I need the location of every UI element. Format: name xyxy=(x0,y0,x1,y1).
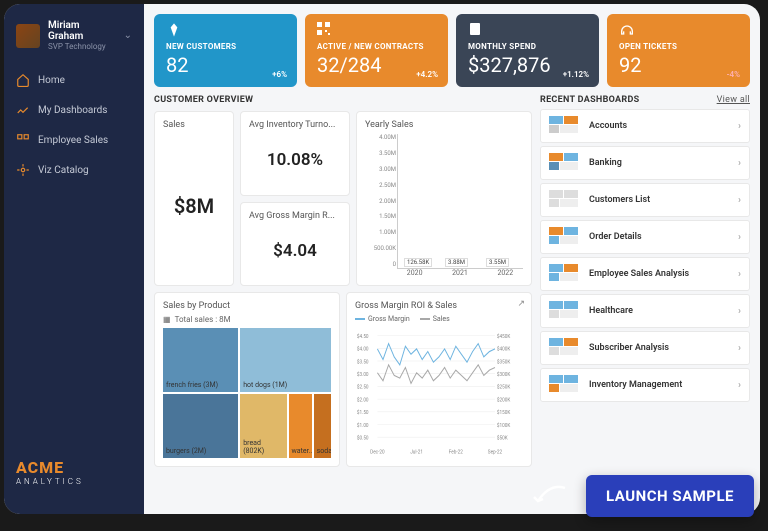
dashboard-thumb xyxy=(549,153,581,173)
nav-label: Employee Sales xyxy=(38,135,108,146)
sales-value: $8M xyxy=(174,194,214,218)
dashboard-thumb xyxy=(549,264,581,284)
svg-text:$300K: $300K xyxy=(497,371,511,379)
chevron-right-icon: › xyxy=(738,306,741,317)
chevron-right-icon: › xyxy=(738,121,741,132)
dashboard-item[interactable]: Banking› xyxy=(540,146,750,180)
dashboard-thumb xyxy=(549,190,581,210)
svg-text:$4.50: $4.50 xyxy=(357,332,369,340)
home-icon xyxy=(16,73,30,87)
svg-text:$200K: $200K xyxy=(497,396,511,404)
grid-icon: ▦ xyxy=(163,315,171,324)
svg-text:Jul-21: Jul-21 xyxy=(410,449,423,456)
qr-icon xyxy=(317,22,331,40)
dashboard-icon xyxy=(16,103,30,117)
svg-text:Dec-20: Dec-20 xyxy=(370,449,385,456)
chevron-right-icon: › xyxy=(738,343,741,354)
nav-employee-sales[interactable]: Employee Sales xyxy=(4,125,144,155)
arrow-icon xyxy=(530,483,570,513)
overview-title: CUSTOMER OVERVIEW xyxy=(154,95,532,105)
chevron-right-icon: › xyxy=(738,232,741,243)
nav-my-dashboards[interactable]: My Dashboards xyxy=(4,95,144,125)
kpi-card-0[interactable]: NEW CUSTOMERS82+6% xyxy=(154,14,297,87)
tile-sales-by-product[interactable]: Sales by Product ▦ Total sales : 8M fren… xyxy=(154,292,340,467)
view-all-link[interactable]: View all xyxy=(717,95,750,105)
catalog-icon xyxy=(16,163,30,177)
dashboard-thumb xyxy=(549,227,581,247)
dashboard-thumb xyxy=(549,375,581,395)
tile-margin[interactable]: Avg Gross Margin R... $4.04 xyxy=(240,202,350,287)
profile-role: SVP Technology xyxy=(48,42,116,51)
tile-sales[interactable]: Sales $8M xyxy=(154,111,234,286)
employee-icon xyxy=(16,133,30,147)
svg-text:$350K: $350K xyxy=(497,358,511,366)
dashboard-item[interactable]: Inventory Management› xyxy=(540,368,750,402)
inventory-value: 10.08% xyxy=(267,150,323,170)
headset-icon xyxy=(619,22,635,42)
chevron-right-icon: › xyxy=(738,195,741,206)
recent-title: RECENT DASHBOARDS xyxy=(540,95,639,105)
dashboard-item[interactable]: Order Details› xyxy=(540,220,750,254)
svg-text:$2.50: $2.50 xyxy=(357,383,369,391)
svg-text:Sep-22: Sep-22 xyxy=(488,449,502,456)
diamond-icon xyxy=(166,22,182,42)
launch-sample-button[interactable]: LAUNCH SAMPLE xyxy=(586,475,754,517)
expand-icon[interactable]: ↗ xyxy=(517,299,525,309)
svg-text:$3.50: $3.50 xyxy=(357,358,369,366)
svg-text:$1.00: $1.00 xyxy=(357,421,369,429)
tile-yearly-sales[interactable]: Yearly Sales 4.00M3.50M3.00M2.50M2.00M1.… xyxy=(356,111,532,286)
svg-text:$250K: $250K xyxy=(497,383,511,391)
dashboard-item[interactable]: Subscriber Analysis› xyxy=(540,331,750,365)
dashboard-item[interactable]: Employee Sales Analysis› xyxy=(540,257,750,291)
user-profile[interactable]: Miriam Graham SVP Technology ⌄ xyxy=(4,16,144,65)
svg-text:$2.00: $2.00 xyxy=(357,396,369,404)
dashboard-thumb xyxy=(549,338,581,358)
profile-name: Miriam Graham xyxy=(48,20,116,42)
nav-label: My Dashboards xyxy=(38,105,107,116)
kpi-card-3[interactable]: OPEN TICKETS92-4% xyxy=(607,14,750,87)
dashboard-thumb xyxy=(549,116,581,136)
total-sales-label: ▦ Total sales : 8M xyxy=(163,315,331,324)
treemap-cell[interactable]: soda... xyxy=(314,394,331,458)
kpi-card-1[interactable]: ACTIVE / NEW CONTRACTS32/284+4.2% xyxy=(305,14,448,87)
svg-text:$4.00: $4.00 xyxy=(357,345,369,353)
chevron-right-icon: › xyxy=(738,269,741,280)
svg-text:$400K: $400K xyxy=(497,345,511,353)
svg-text:$50K: $50K xyxy=(497,434,508,442)
svg-text:$450K: $450K xyxy=(497,332,511,340)
treemap-cell[interactable]: burgers (2M) xyxy=(163,394,238,458)
svg-text:$1.50: $1.50 xyxy=(357,409,369,417)
chevron-down-icon: ⌄ xyxy=(124,30,132,41)
treemap-cell[interactable]: bread (802K) xyxy=(240,394,286,458)
svg-text:$3.00: $3.00 xyxy=(357,371,369,379)
nav-home[interactable]: Home xyxy=(4,65,144,95)
page-icon xyxy=(468,22,482,40)
dashboard-item[interactable]: Healthcare› xyxy=(540,294,750,328)
dashboard-item[interactable]: Customers List› xyxy=(540,183,750,217)
svg-text:Feb-22: Feb-22 xyxy=(449,449,463,456)
dashboard-thumb xyxy=(549,301,581,321)
avatar xyxy=(16,24,40,48)
treemap-cell[interactable]: water... xyxy=(289,394,312,458)
brand-logo: ACME ANALYTICS xyxy=(4,442,144,502)
nav-viz-catalog[interactable]: Viz Catalog xyxy=(4,155,144,185)
kpi-card-2[interactable]: MONTHLY SPEND$327,876+1.12% xyxy=(456,14,599,87)
treemap-cell[interactable]: hot dogs (1M) xyxy=(240,328,331,392)
tile-gross-margin-roi[interactable]: ↗ Gross Margin ROI & Sales Gross Margin … xyxy=(346,292,532,467)
svg-text:$150K: $150K xyxy=(497,409,511,417)
dashboard-item[interactable]: Accounts› xyxy=(540,109,750,143)
tile-inventory[interactable]: Avg Inventory Turno... 10.08% xyxy=(240,111,350,196)
svg-text:$0.50: $0.50 xyxy=(357,434,369,442)
chevron-right-icon: › xyxy=(738,158,741,169)
nav-label: Home xyxy=(38,75,65,86)
svg-text:$100K: $100K xyxy=(497,421,511,429)
chevron-right-icon: › xyxy=(738,380,741,391)
treemap-cell[interactable]: french fries (3M) xyxy=(163,328,238,392)
nav-label: Viz Catalog xyxy=(38,165,89,176)
margin-value: $4.04 xyxy=(273,241,317,261)
